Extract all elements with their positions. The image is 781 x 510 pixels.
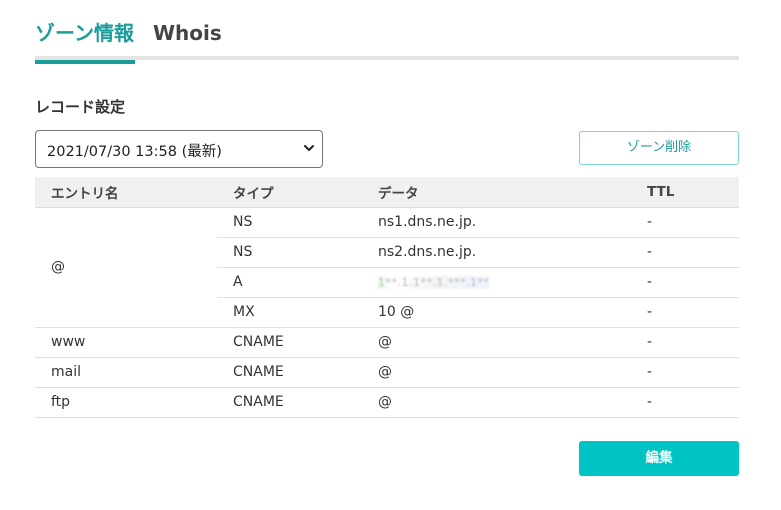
dns-zone-page: ゾーン情報 Whois レコード設定 2021/07/30 13:58 (最新)… (0, 0, 781, 510)
data-cell: ns2.dns.ne.jp. (362, 237, 631, 268)
data-cell: ns1.dns.ne.jp. (362, 207, 631, 238)
table-header-row: エントリ名 タイプ データ TTL (35, 177, 739, 208)
header-data: データ (362, 177, 631, 208)
type-cell: CNAME (217, 357, 362, 388)
data-cell: 1**.1.1**.1.***.1** (362, 267, 631, 298)
table-row: ftp CNAME @ - (35, 387, 739, 418)
records-table: エントリ名 タイプ データ TTL @ NS ns1.dns.ne.jp. - … (35, 177, 739, 418)
ttl-cell: - (631, 357, 739, 388)
ttl-cell: - (631, 207, 739, 238)
header-entry: エントリ名 (35, 177, 217, 208)
entry-cell: @ (35, 207, 217, 328)
tab-bar: ゾーン情報 Whois (35, 14, 739, 64)
data-cell: @ (362, 357, 631, 388)
header-ttl: TTL (631, 177, 739, 208)
edit-button[interactable]: 編集 (579, 441, 739, 476)
delete-zone-button[interactable]: ゾーン削除 (579, 131, 739, 165)
data-cell: 10 @ (362, 297, 631, 328)
table-row: www CNAME @ - (35, 327, 739, 358)
type-cell: NS (217, 207, 362, 238)
table-row: mail CNAME @ - (35, 357, 739, 388)
tab-zone-info[interactable]: ゾーン情報 (35, 18, 135, 64)
tab-whois[interactable]: Whois (153, 18, 222, 56)
entry-cell: mail (35, 357, 217, 388)
type-cell: CNAME (217, 327, 362, 358)
ttl-cell: - (631, 327, 739, 358)
type-cell: NS (217, 237, 362, 268)
data-cell: @ (362, 327, 631, 358)
type-cell: MX (217, 297, 362, 328)
entry-cell: ftp (35, 387, 217, 418)
type-cell: CNAME (217, 387, 362, 418)
ttl-cell: - (631, 237, 739, 268)
data-cell: @ (362, 387, 631, 418)
version-select-value: 2021/07/30 13:58 (最新) (47, 144, 222, 160)
chevron-down-icon (304, 145, 314, 151)
ttl-cell: - (631, 387, 739, 418)
ttl-cell: - (631, 297, 739, 328)
section-title: レコード設定 (35, 98, 126, 116)
ttl-cell: - (631, 267, 739, 298)
masked-ip-address: 1**.1.1**.1.***.1** (378, 276, 490, 289)
entry-cell: www (35, 327, 217, 358)
table-row: @ NS ns1.dns.ne.jp. - (35, 207, 739, 328)
version-select[interactable]: 2021/07/30 13:58 (最新) (35, 130, 323, 168)
type-cell: A (217, 267, 362, 298)
header-type: タイプ (217, 177, 362, 208)
